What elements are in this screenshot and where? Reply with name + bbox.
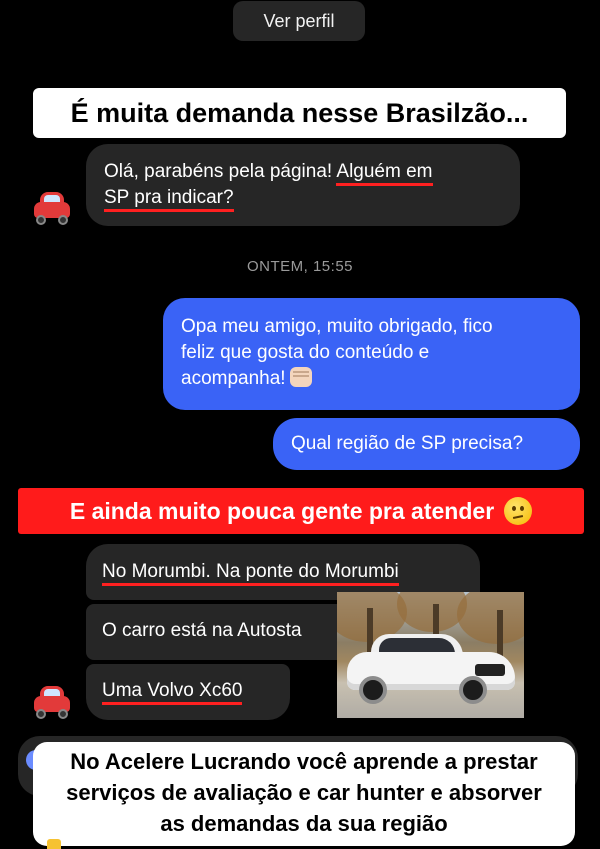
suv-wheel — [459, 676, 487, 704]
message-outgoing[interactable]: Qual região de SP precisa? — [273, 418, 580, 470]
view-profile-button[interactable]: Ver perfil — [233, 1, 365, 41]
message-incoming[interactable]: O carro está na Autosta — [86, 604, 346, 660]
pointing-down-emoji-icon — [47, 839, 61, 849]
car-wheel — [58, 709, 68, 719]
caption-text: E ainda muito pouca gente pra atender — [69, 497, 495, 524]
fist-bump-emoji-icon — [289, 367, 312, 387]
avatar[interactable] — [30, 186, 74, 230]
caption-line: serviços de avaliação e car hunter e abs… — [66, 780, 542, 805]
message-line: acompanha! — [181, 368, 286, 389]
tree-foliage — [457, 592, 524, 644]
avatar[interactable] — [30, 680, 74, 724]
message-line: feliz que gosta do conteúdo e — [181, 342, 430, 363]
suv-grille — [475, 664, 505, 676]
car-photo[interactable] — [337, 592, 524, 718]
suv-wheel — [359, 676, 387, 704]
message-text-underlined: Alguém em — [336, 161, 433, 186]
message-text: Qual região de SP precisa? — [291, 433, 524, 454]
caption-line: as demandas da sua região — [41, 808, 567, 849]
message-timestamp: ONTEM, 15:55 — [246, 258, 354, 275]
car-wheel — [58, 215, 68, 225]
message-incoming[interactable]: Uma Volvo Xc60 — [86, 664, 290, 720]
message-text: O carro está na Autosta — [102, 620, 302, 641]
caption-line-text: as demandas da sua região — [160, 811, 448, 836]
message-text-underlined: No Morumbi. Na ponte do Morumbi — [102, 561, 399, 586]
car-wheel — [36, 709, 46, 719]
message-incoming[interactable]: Olá, parabéns pela página! Alguém em SP … — [86, 144, 520, 226]
caption-middle: E ainda muito pouca gente pra atender — [18, 488, 584, 534]
confused-face-emoji-icon — [504, 497, 533, 525]
caption-line: No Acelere Lucrando você aprende a prest… — [70, 749, 538, 774]
car-wheel — [36, 215, 46, 225]
message-text: Olá, parabéns pela página! — [104, 161, 337, 182]
message-outgoing[interactable]: Opa meu amigo, muito obrigado, fico feli… — [163, 298, 580, 410]
message-text-underlined: Uma Volvo Xc60 — [102, 680, 243, 705]
message-line: Opa meu amigo, muito obrigado, fico — [181, 316, 493, 337]
message-text-underlined: SP pra indicar? — [104, 187, 234, 212]
caption-top: É muita demanda nesse Brasilzão... — [33, 88, 566, 138]
caption-bottom: No Acelere Lucrando você aprende a prest… — [33, 742, 575, 849]
